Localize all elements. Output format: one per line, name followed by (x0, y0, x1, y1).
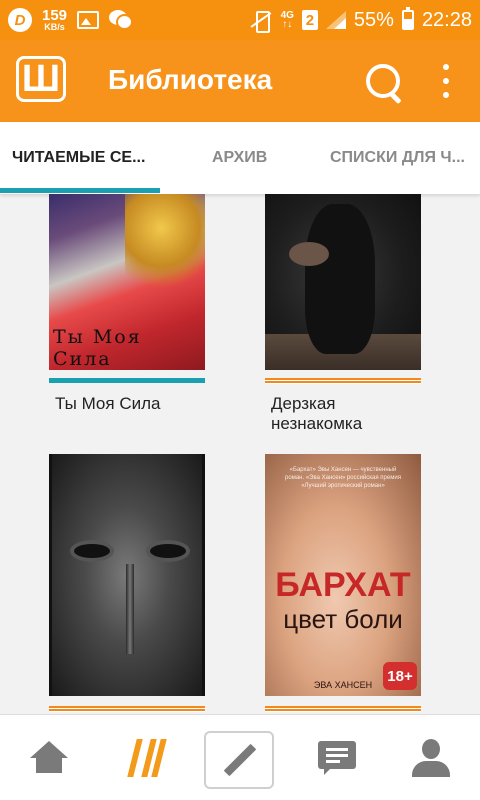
net-speed-unit: KB/s (44, 22, 65, 32)
book-card[interactable]: Дерзкая незнакомка (265, 194, 421, 434)
clock: 22:28 (421, 8, 472, 31)
image-icon (77, 11, 100, 29)
tab-indicator (0, 188, 160, 193)
tab-reading-lists[interactable]: СПИСКИ ДЛЯ Ч... (330, 122, 480, 194)
message-icon (318, 741, 356, 775)
book-title[interactable]: Ты Моя Сила (55, 394, 215, 414)
cover-art-detail (126, 564, 134, 654)
app-bar: Ш Библиотека (0, 40, 480, 122)
reading-progress-bar (49, 706, 205, 712)
home-icon (30, 741, 68, 775)
book-title[interactable]: Дерзкая незнакомка (271, 394, 421, 434)
book-card[interactable] (49, 454, 205, 714)
nav-write-button[interactable] (204, 731, 274, 789)
tab-archive[interactable]: АРХИВ (212, 122, 282, 194)
book-cover[interactable]: Ты Моя Сила (49, 194, 205, 370)
cover-art (125, 194, 205, 294)
book-grid: Ты Моя Сила Ты Моя Сила Дерзкая незнаком… (0, 194, 480, 714)
cover-title: БАРХАТ (275, 566, 411, 604)
nav-home-button[interactable] (14, 731, 84, 789)
book-cover[interactable]: «Бархат» Эвы Хансен — чувственный роман.… (265, 454, 421, 696)
tab-bar: ЧИТАЕМЫЕ СЕ... АРХИВ СПИСКИ ДЛЯ Ч... (0, 122, 480, 194)
d-app-icon: D (8, 8, 32, 32)
cover-title: Ты Моя Сила (53, 326, 142, 370)
tab-reading[interactable]: ЧИТАЕМЫЕ СЕ... (12, 122, 152, 194)
cover-blurb: «Бархат» Эвы Хансен — чувственный роман.… (285, 467, 401, 489)
book-cover[interactable] (265, 194, 421, 370)
network-activity-icon: ↑↓ (282, 19, 293, 30)
nav-library-button[interactable] (110, 731, 180, 789)
cover-art-figure (305, 204, 375, 354)
cover-subtitle: цвет боли (283, 604, 403, 634)
status-bar: D 159 KB/s 4G ↑↓ 2 55% 22:28 (0, 0, 480, 40)
battery-percent: 55% (353, 8, 394, 31)
profile-icon (412, 739, 450, 777)
reading-progress-bar (265, 706, 421, 712)
vibrate-icon (249, 10, 273, 33)
library-icon (127, 739, 167, 777)
wechat-icon (109, 10, 134, 30)
signal-icon (325, 11, 346, 29)
nav-profile-button[interactable] (396, 731, 466, 789)
page-title: Библиотека (108, 64, 273, 95)
reading-progress-bar (265, 378, 421, 384)
nav-messages-button[interactable] (302, 731, 372, 789)
pencil-icon (224, 743, 258, 777)
net-speed-value: 159 (42, 7, 68, 24)
search-icon[interactable] (364, 62, 404, 102)
age-rating-badge: 18+ (383, 662, 417, 690)
net-speed: 159 KB/s (42, 8, 67, 32)
cover-art-eye (74, 544, 110, 558)
reading-progress-bar (49, 378, 205, 383)
more-vert-icon[interactable] (438, 64, 454, 98)
app-logo[interactable]: Ш (16, 56, 66, 102)
book-cover[interactable] (49, 454, 205, 696)
book-card[interactable]: Ты Моя Сила Ты Моя Сила (49, 194, 205, 434)
cover-art-detail (289, 242, 329, 266)
cover-art-eye (150, 544, 186, 558)
sim-slot-icon: 2 (301, 10, 318, 30)
bottom-nav (0, 714, 480, 800)
book-card[interactable]: «Бархат» Эвы Хансен — чувственный роман.… (265, 454, 421, 714)
battery-charging-icon (401, 7, 414, 30)
network-type: 4G ↑↓ (281, 11, 294, 30)
